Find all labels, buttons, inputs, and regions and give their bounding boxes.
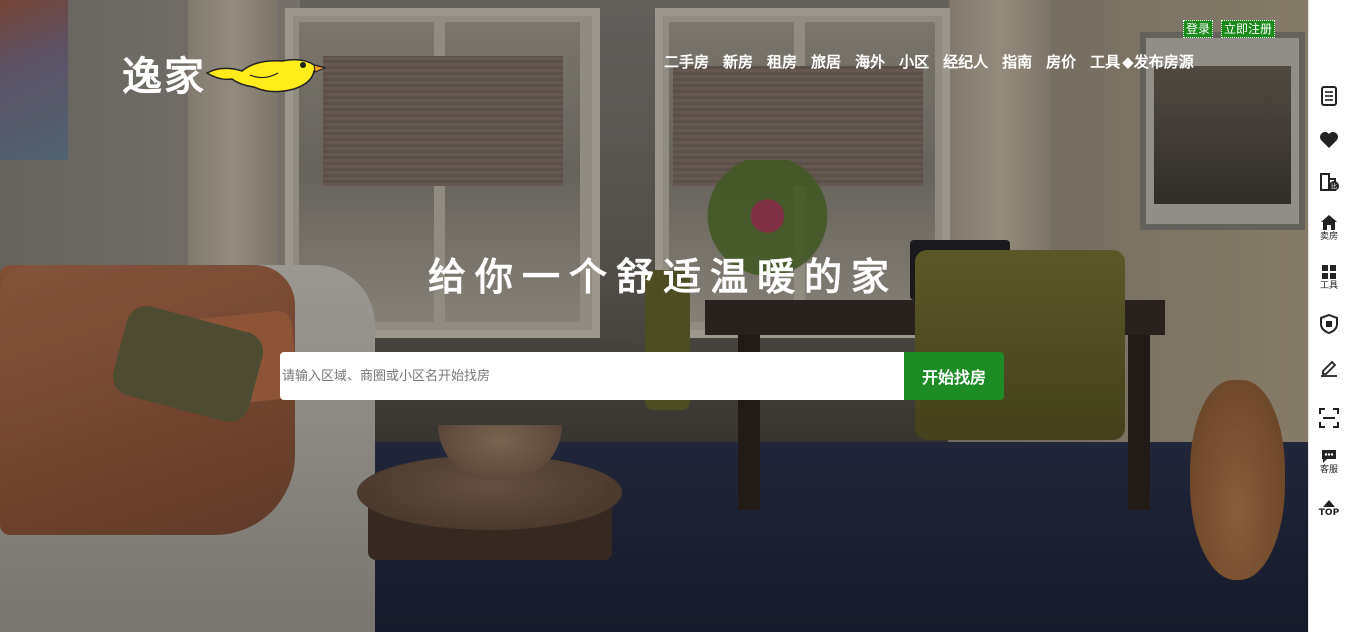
rightbar-list[interactable]: [1309, 86, 1349, 106]
search-bar: 开始找房: [280, 352, 1004, 400]
nav-lvju[interactable]: 旅居: [811, 51, 841, 72]
chat-icon: [1322, 450, 1336, 463]
nav-publish-listing[interactable]: ◆发布房源: [1122, 51, 1194, 72]
nav-ershoufang[interactable]: 二手房: [664, 51, 709, 72]
rightbar-sell[interactable]: 卖房: [1309, 214, 1349, 243]
grid-tools-icon: [1322, 265, 1336, 279]
login-link[interactable]: 登录: [1183, 20, 1214, 38]
bird-logo-icon: [205, 58, 327, 92]
svg-text:比: 比: [1331, 183, 1337, 191]
scan-icon: [1319, 408, 1339, 428]
site-logo[interactable]: 逸家: [122, 44, 327, 102]
nav-zhinan[interactable]: 指南: [1002, 51, 1032, 72]
rightbar-feedback[interactable]: [1309, 357, 1349, 377]
rightbar-tools-label: 工具: [1319, 281, 1338, 291]
arrow-up-icon: [1323, 500, 1335, 507]
rightbar-top[interactable]: TOP: [1309, 500, 1349, 519]
hero-title: 给你一个舒适温暖的家: [428, 255, 899, 299]
nav-jingjiren[interactable]: 经纪人: [943, 51, 988, 72]
heart-icon: [1320, 132, 1338, 148]
main-nav: 二手房 新房 租房 旅居 海外 小区 经纪人 指南 房价 工具 ◆发布房源: [664, 51, 1194, 72]
rightbar-top-label: TOP: [1318, 508, 1340, 518]
logo-text: 逸家: [122, 53, 206, 100]
rightbar-favorites[interactable]: [1309, 131, 1349, 149]
building-compare-icon: 比: [1320, 173, 1339, 191]
nav-xiaoqu[interactable]: 小区: [899, 51, 929, 72]
rightbar-guarantee[interactable]: [1309, 314, 1349, 334]
house-sell-icon: [1321, 215, 1337, 230]
rightbar-compare[interactable]: 比: [1309, 170, 1349, 192]
right-toolbar: 比 卖房 工具 客服 TOP: [1308, 0, 1349, 632]
search-input[interactable]: [280, 352, 904, 400]
pen-icon: [1321, 360, 1337, 377]
shield-icon: [1320, 314, 1338, 334]
rightbar-tools[interactable]: 工具: [1309, 264, 1349, 292]
rightbar-sell-label: 卖房: [1319, 232, 1338, 242]
rightbar-scan[interactable]: [1309, 408, 1349, 428]
nav-fangjia[interactable]: 房价: [1046, 51, 1076, 72]
nav-xinfang[interactable]: 新房: [723, 51, 753, 72]
nav-haiwai[interactable]: 海外: [855, 51, 885, 72]
nav-gongju[interactable]: 工具: [1090, 51, 1120, 72]
search-button[interactable]: 开始找房: [904, 352, 1004, 400]
list-icon: [1321, 86, 1337, 106]
register-link[interactable]: 立即注册: [1221, 20, 1276, 38]
auth-links: 登录 立即注册: [1183, 20, 1276, 38]
rightbar-service-label: 客服: [1319, 465, 1338, 475]
rightbar-service[interactable]: 客服: [1309, 448, 1349, 476]
nav-zufang[interactable]: 租房: [767, 51, 797, 72]
